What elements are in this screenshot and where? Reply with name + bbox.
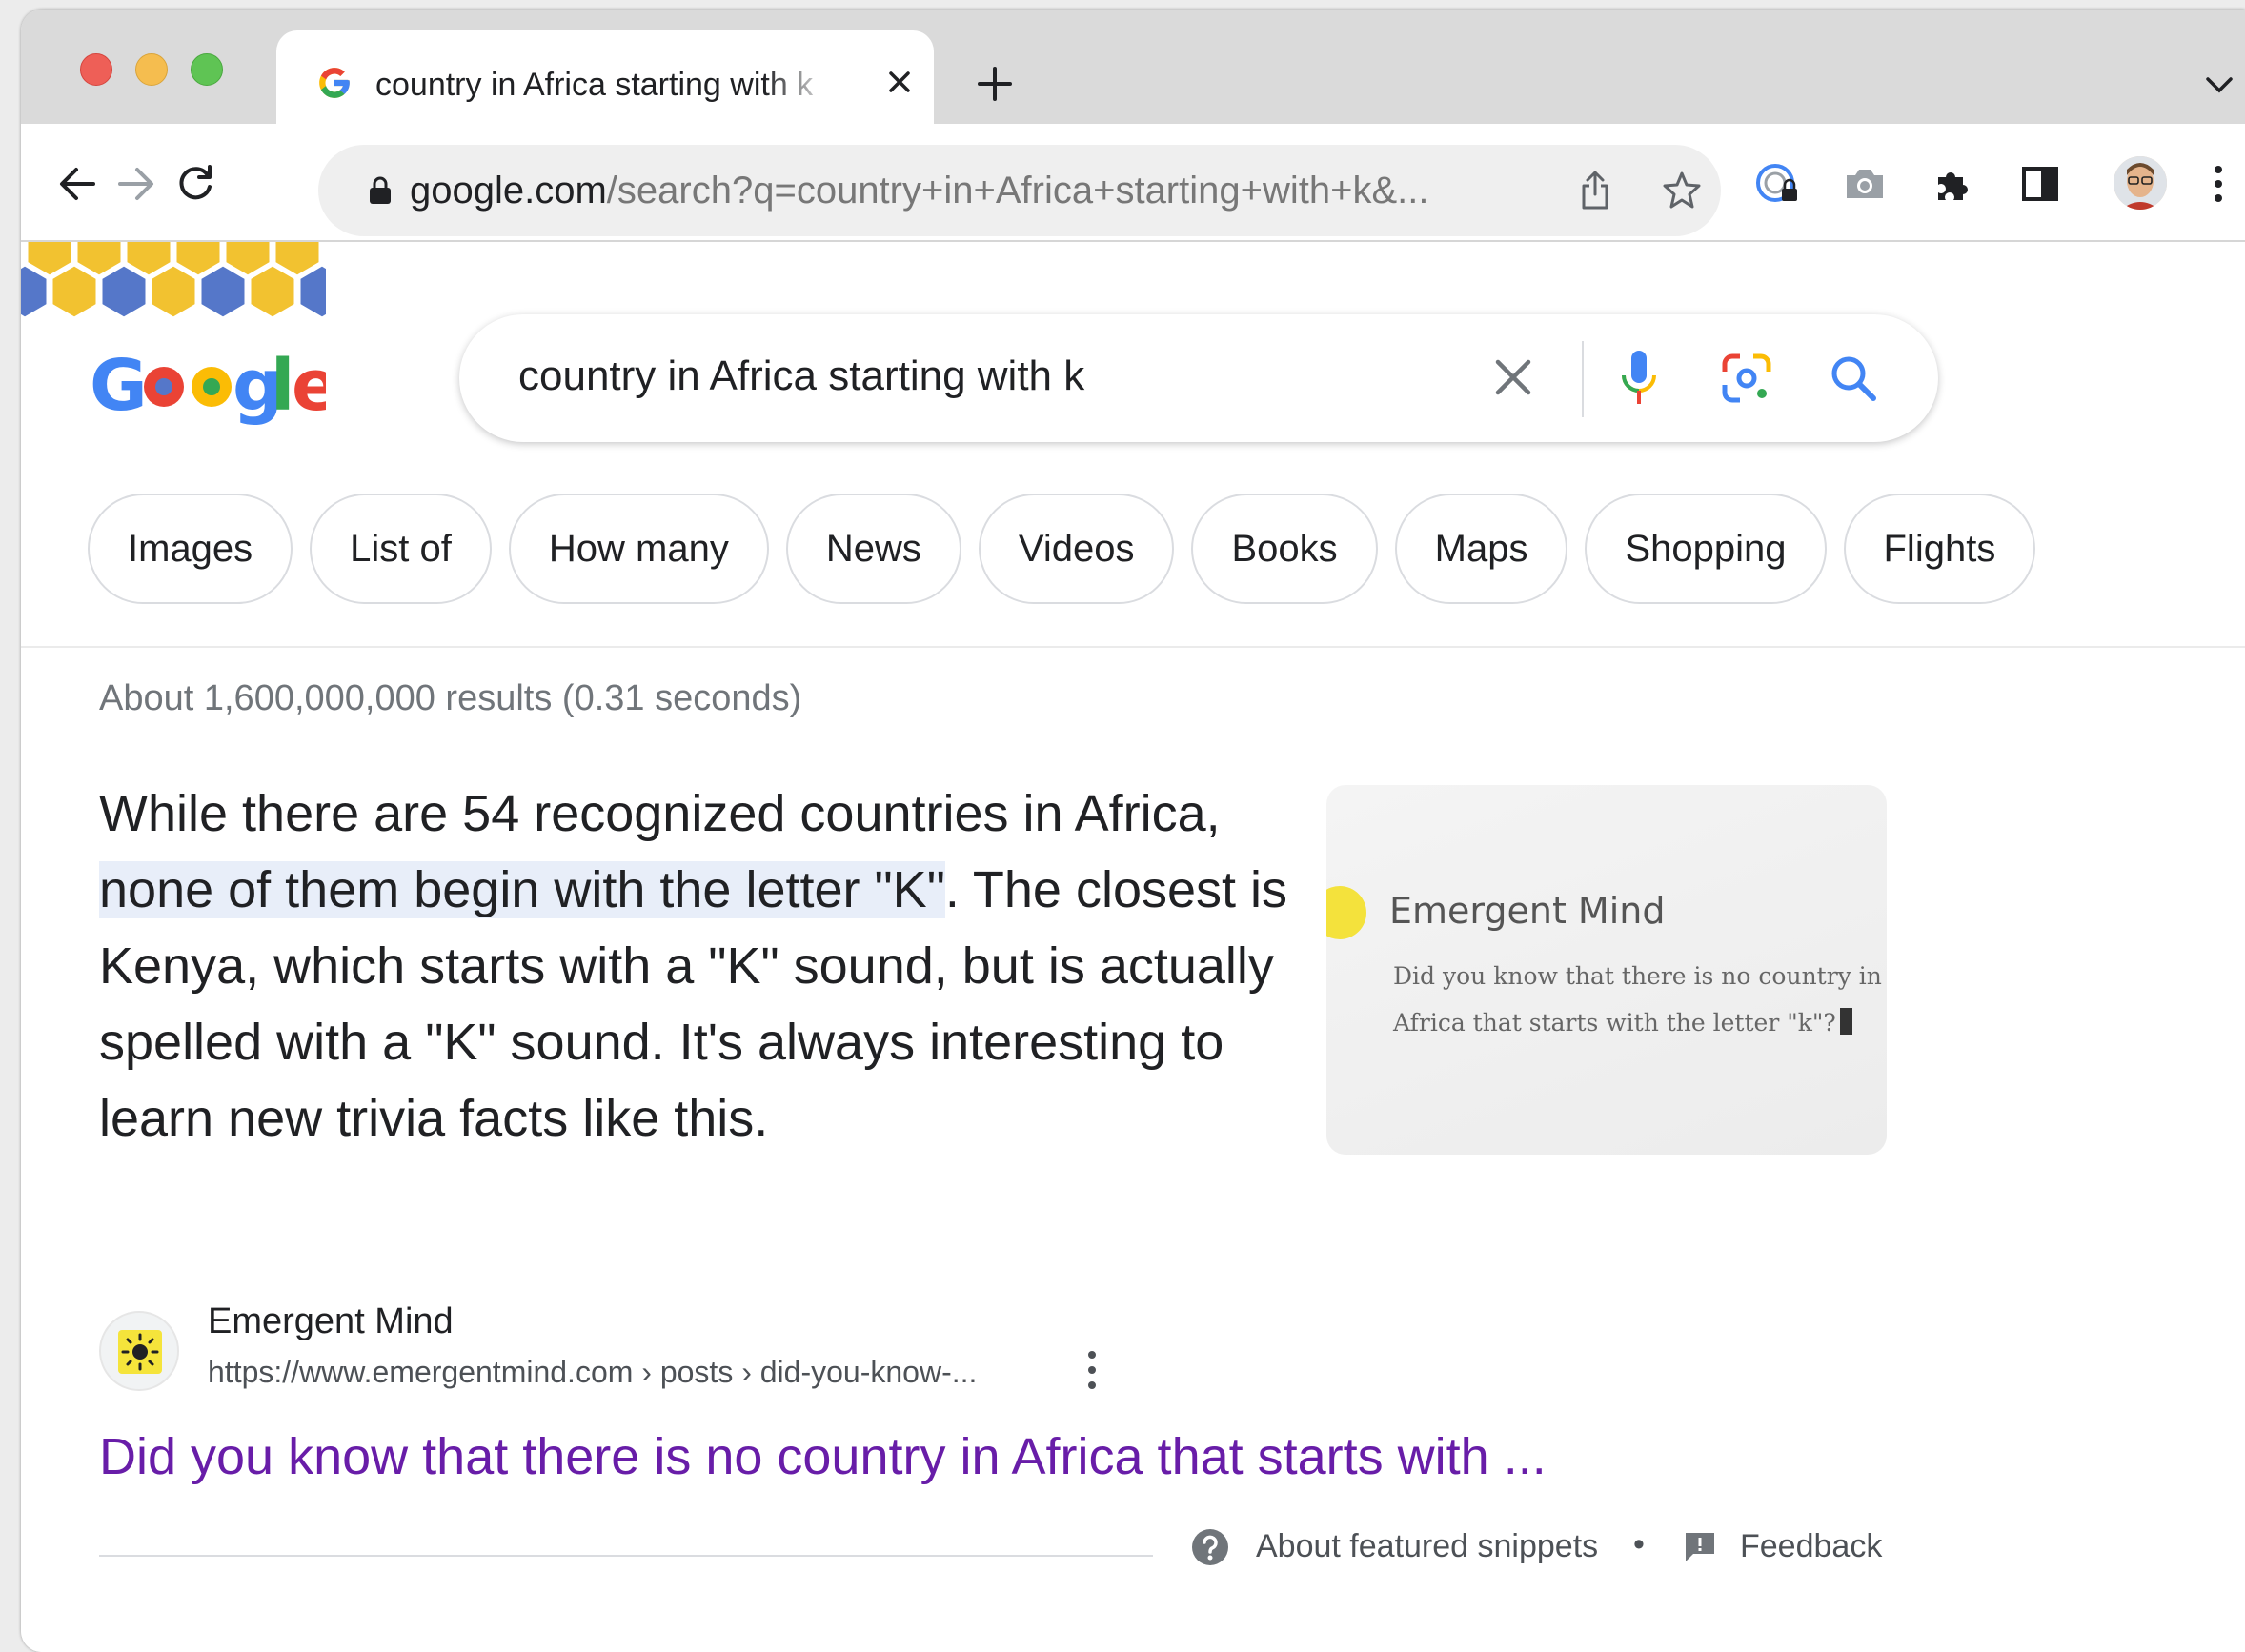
footer-separator: • (1633, 1526, 1645, 1562)
url-host: google.com (410, 170, 607, 212)
snippet-highlight: none of them begin with the letter "K" (99, 861, 945, 918)
extensions-puzzle-icon[interactable] (1929, 160, 1976, 208)
text-cursor (1839, 1008, 1852, 1035)
new-tab-icon[interactable] (974, 63, 1016, 105)
source-favicon[interactable] (99, 1311, 179, 1391)
filter-chips: Images List of How many News Videos Book… (88, 494, 2036, 604)
chip-how-many[interactable]: How many (508, 494, 769, 604)
featured-snippet-text: While there are 54 recognized countries … (99, 776, 1290, 1157)
address-bar[interactable]: google.com/search?q=country+in+Africa+st… (318, 145, 1721, 236)
search-box[interactable]: country in Africa starting with k (459, 314, 1938, 442)
feedback-link[interactable]: Feedback (1740, 1528, 1882, 1565)
profile-photo-icon (2114, 156, 2167, 210)
chip-news[interactable]: News (785, 494, 961, 604)
maximize-window-button[interactable] (191, 53, 223, 86)
search-icon[interactable] (1828, 353, 1879, 404)
lock-icon[interactable] (368, 175, 393, 206)
feedback-icon[interactable] (1683, 1530, 1717, 1564)
google-doodle-logo[interactable]: G g l e (21, 242, 326, 433)
more-options-icon[interactable] (1082, 1347, 1102, 1393)
chevron-down-icon[interactable] (2203, 72, 2235, 97)
minimize-window-button[interactable] (135, 53, 168, 86)
url-path: /search?q=country+in+Africa+starting+wit… (606, 170, 1429, 212)
result-stats: About 1,600,000,000 results (0.31 second… (99, 678, 802, 718)
chip-flights[interactable]: Flights (1843, 494, 2036, 604)
source-url[interactable]: https://www.emergentmind.com › posts › d… (208, 1355, 977, 1390)
thumbnail-line-1: Did you know that there is no country in (1393, 962, 1882, 990)
search-input[interactable]: country in Africa starting with k (518, 353, 1433, 400)
svg-text:e: e (292, 345, 326, 427)
thumbnail-line-2: Africa that starts with the letter "k"? (1393, 1008, 1852, 1037)
profile-avatar[interactable] (2114, 156, 2167, 210)
side-panel-icon[interactable] (2016, 160, 2064, 208)
close-window-button[interactable] (80, 53, 112, 86)
chip-list-of[interactable]: List of (310, 494, 492, 604)
google-favicon-icon (319, 68, 350, 98)
tab-title: country in Africa starting with k (375, 67, 814, 103)
reload-icon[interactable] (173, 162, 217, 206)
footer-divider (99, 1555, 1153, 1557)
chip-books[interactable]: Books (1191, 494, 1378, 604)
microphone-icon[interactable] (1618, 349, 1660, 408)
snippet-text-before: While there are 54 recognized countries … (99, 785, 1221, 842)
bookmark-star-icon[interactable] (1662, 170, 1702, 210)
thumbnail-line-2-text: Africa that starts with the letter "k"? (1393, 1009, 1836, 1037)
back-arrow-icon[interactable] (55, 162, 99, 206)
tab-strip: country in Africa starting with k (21, 10, 2245, 124)
about-featured-snippets-link[interactable]: About featured snippets (1256, 1528, 1598, 1565)
source-site-name[interactable]: Emergent Mind (208, 1301, 454, 1342)
browser-menu-icon[interactable] (2209, 162, 2228, 206)
chip-maps[interactable]: Maps (1394, 494, 1568, 604)
close-tab-icon[interactable] (882, 65, 917, 99)
forward-arrow-icon[interactable] (114, 162, 158, 206)
camera-icon[interactable] (1841, 160, 1889, 208)
search-results-page: G g l e country in Africa starting with … (21, 242, 2245, 1652)
share-icon[interactable] (1576, 170, 1614, 212)
chip-images[interactable]: Images (88, 494, 293, 604)
url-text[interactable]: google.com/search?q=country+in+Africa+st… (410, 170, 1553, 212)
password-manager-icon[interactable] (1753, 160, 1801, 208)
chip-shopping[interactable]: Shopping (1585, 494, 1827, 604)
clear-search-icon[interactable] (1490, 354, 1536, 400)
thumbnail-title: Emergent Mind (1389, 890, 1666, 932)
help-icon[interactable] (1191, 1528, 1229, 1566)
lightbulb-icon (1326, 886, 1366, 939)
browser-toolbar: google.com/search?q=country+in+Africa+st… (21, 124, 2245, 242)
chips-divider (21, 646, 2245, 648)
google-lens-icon[interactable] (1719, 351, 1774, 406)
search-box-divider (1582, 341, 1584, 417)
active-tab[interactable]: country in Africa starting with k (276, 30, 934, 124)
result-title-link[interactable]: Did you know that there is no country in… (99, 1427, 1547, 1486)
sun-logo-icon (118, 1330, 162, 1374)
snippet-thumbnail[interactable]: Emergent Mind Did you know that there is… (1326, 785, 1887, 1155)
browser-window: country in Africa starting with k google… (21, 10, 2245, 1652)
chip-videos[interactable]: Videos (978, 494, 1175, 604)
doodle-wordmark: G (90, 345, 148, 427)
